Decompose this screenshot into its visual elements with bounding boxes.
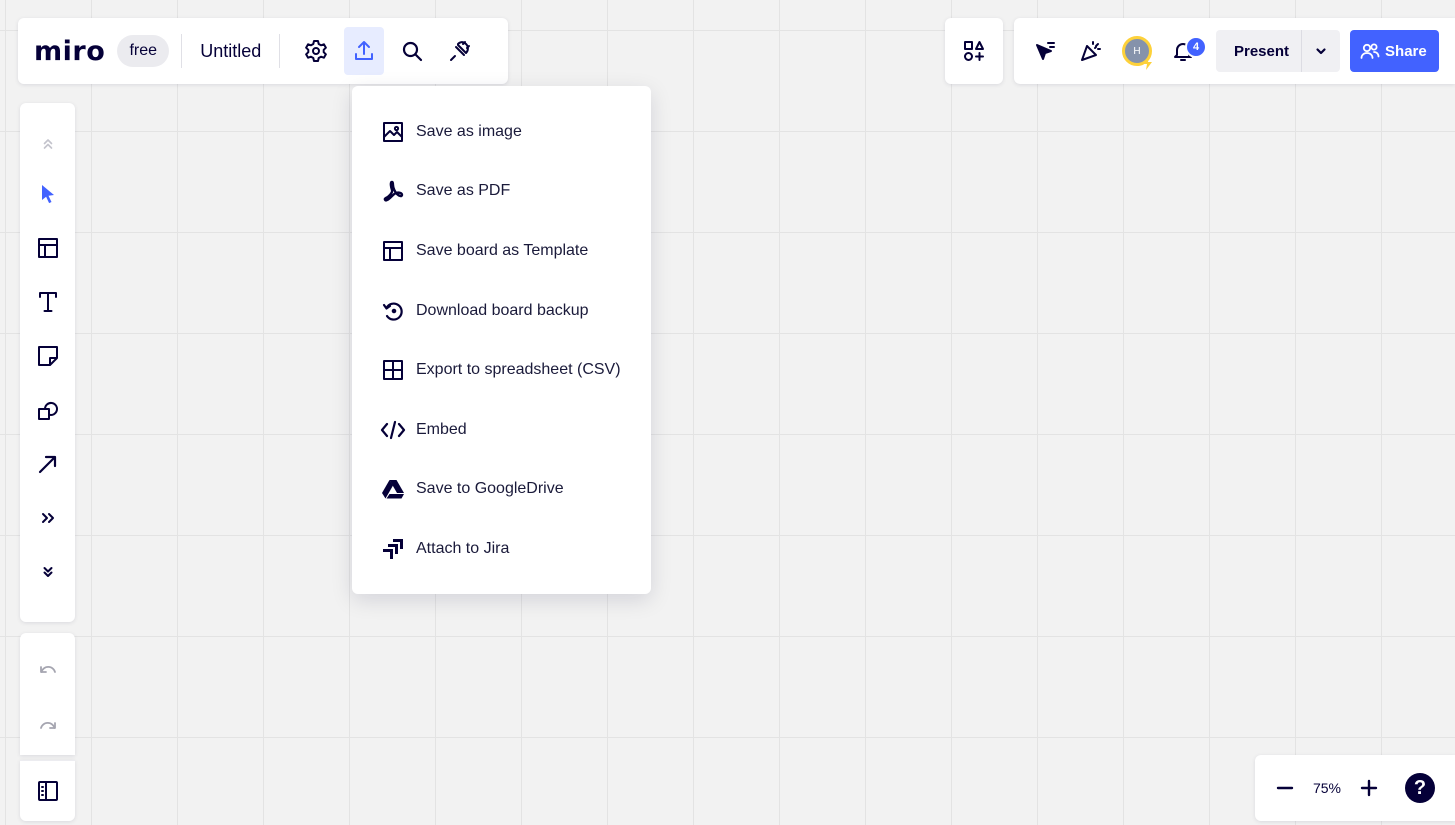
present-button[interactable]: Present <box>1216 30 1303 72</box>
settings-icon <box>305 40 328 62</box>
grid-icon <box>380 357 406 383</box>
menu-item-label: Save as PDF <box>416 182 511 200</box>
settings-button[interactable] <box>296 27 336 75</box>
sticky-note-icon <box>37 346 58 366</box>
menu-item-label: Export to spreadsheet (CSV) <box>416 361 621 379</box>
sidebar-panel-icon <box>37 781 58 801</box>
export-icon <box>355 41 374 60</box>
templates-icon <box>37 238 58 258</box>
reactions-button[interactable] <box>1068 26 1114 76</box>
follow-cursor-button[interactable] <box>1022 26 1068 76</box>
minus-icon <box>1276 786 1294 790</box>
plan-badge[interactable]: free <box>117 35 170 67</box>
expand-down-icon <box>43 567 52 577</box>
export-menu: Save as image Save as PDF Save board as … <box>352 86 651 594</box>
divider <box>279 34 281 68</box>
more-tools-button[interactable] <box>20 491 75 545</box>
select-tool[interactable] <box>20 167 75 221</box>
divider <box>181 34 183 68</box>
zoom-level[interactable]: 75% <box>1307 780 1347 796</box>
help-button[interactable]: ? <box>1405 773 1435 803</box>
plus-icon <box>1360 779 1378 797</box>
celebrate-icon <box>1081 41 1101 61</box>
board-title[interactable]: Untitled <box>194 41 267 62</box>
apps-panel <box>945 18 1003 84</box>
present-options-button[interactable] <box>1302 30 1340 72</box>
jira-icon <box>380 536 406 562</box>
collapse-toolbar-button[interactable] <box>20 121 75 167</box>
redo-button[interactable] <box>20 699 75 755</box>
notification-count-badge: 4 <box>1185 36 1207 58</box>
search-icon <box>403 41 423 62</box>
apps-icon <box>964 41 984 61</box>
menu-item-save-pdf[interactable]: Save as PDF <box>352 162 651 222</box>
users-icon <box>1360 43 1380 59</box>
cursor-follow-icon <box>1036 42 1055 60</box>
select-icon <box>41 185 54 204</box>
bolt-icon <box>1143 56 1152 70</box>
redo-icon <box>39 722 56 729</box>
menu-item-label: Attach to Jira <box>416 539 510 557</box>
pdf-icon <box>380 178 406 204</box>
notifications-button[interactable]: 4 <box>1160 26 1207 76</box>
image-icon <box>380 119 406 145</box>
menu-item-embed[interactable]: Embed <box>352 400 651 460</box>
arrow-icon <box>38 455 56 474</box>
export-button[interactable] <box>344 27 385 75</box>
undo-icon <box>39 666 56 673</box>
expand-toolbar-button[interactable] <box>20 545 75 599</box>
menu-item-attach-jira[interactable]: Attach to Jira <box>352 519 651 579</box>
google-drive-icon <box>380 476 406 502</box>
connection-line-tool[interactable] <box>20 437 75 491</box>
board-panel-button[interactable] <box>20 761 75 821</box>
chevron-down-icon <box>1316 48 1326 55</box>
menu-item-save-image[interactable]: Save as image <box>352 102 651 162</box>
plugin-icon <box>450 41 471 61</box>
menu-item-label: Download board backup <box>416 301 589 319</box>
undo-button[interactable] <box>20 643 75 699</box>
more-tools-icon <box>41 513 54 523</box>
menu-item-label: Save to GoogleDrive <box>416 480 564 498</box>
backup-icon <box>380 298 406 324</box>
menu-item-save-template[interactable]: Save board as Template <box>352 221 651 281</box>
present-control: Present <box>1216 30 1341 72</box>
shapes-tool[interactable] <box>20 383 75 437</box>
miro-logo[interactable]: miro <box>34 36 105 67</box>
zoom-panel: 75% ? <box>1255 755 1455 821</box>
share-button[interactable]: Share <box>1350 30 1439 72</box>
templates-tool[interactable] <box>20 221 75 275</box>
zoom-out-button[interactable] <box>1263 763 1307 813</box>
zoom-in-button[interactable] <box>1347 763 1391 813</box>
search-button[interactable] <box>392 27 432 75</box>
collapse-up-icon <box>43 139 52 149</box>
embed-icon <box>380 417 406 443</box>
menu-item-label: Embed <box>416 420 467 438</box>
integrations-button[interactable] <box>440 27 480 75</box>
template-icon <box>380 238 406 264</box>
menu-item-export-csv[interactable]: Export to spreadsheet (CSV) <box>352 340 651 400</box>
menu-item-label: Save board as Template <box>416 241 589 259</box>
share-label: Share <box>1385 42 1427 60</box>
shapes-icon <box>37 401 58 420</box>
text-tool[interactable] <box>20 275 75 329</box>
sticky-note-tool[interactable] <box>20 329 75 383</box>
collaboration-toolbar: H 4 Present Share <box>1014 18 1455 84</box>
user-avatar-button[interactable]: H <box>1114 26 1160 76</box>
menu-item-label: Save as image <box>416 122 522 140</box>
creation-toolbar <box>20 103 75 622</box>
menu-item-download-backup[interactable]: Download board backup <box>352 281 651 341</box>
board-header-toolbar: miro free Untitled <box>18 18 508 84</box>
menu-item-google-drive[interactable]: Save to GoogleDrive <box>352 460 651 520</box>
text-icon <box>38 292 57 312</box>
board-panel <box>20 760 75 821</box>
undo-redo-panel <box>20 633 75 755</box>
apps-button[interactable] <box>945 18 1003 84</box>
